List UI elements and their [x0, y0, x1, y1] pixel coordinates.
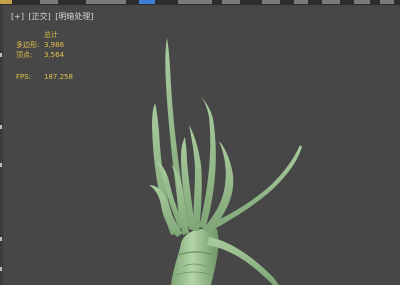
toolbar-button[interactable]	[322, 0, 340, 4]
toolbar-button[interactable]	[86, 0, 126, 4]
model-trunk	[171, 228, 219, 285]
toolbar-button[interactable]	[294, 0, 308, 4]
panel-handle[interactable]	[0, 53, 2, 57]
toolbar-button[interactable]	[262, 0, 280, 4]
panel-handle[interactable]	[0, 267, 2, 271]
model-stem	[207, 237, 279, 285]
toolbar-button[interactable]	[380, 0, 394, 4]
toolbar-button[interactable]	[354, 0, 370, 4]
toolbar-button[interactable]	[178, 0, 212, 4]
toolbar-button[interactable]	[0, 0, 12, 4]
model-stem	[199, 95, 216, 229]
perspective-viewport[interactable]: [+] [正交] [明暗处理] 总计 多边形: 3,986 顶点: 3,564 …	[3, 5, 400, 285]
panel-handle[interactable]	[0, 237, 2, 241]
panel-handle[interactable]	[0, 125, 2, 129]
toolbar-button[interactable]	[40, 0, 58, 4]
toolbar-dropdown[interactable]	[139, 0, 155, 4]
plant-model[interactable]	[3, 5, 400, 285]
toolbar-button[interactable]	[222, 0, 240, 4]
panel-handle[interactable]	[0, 163, 2, 167]
